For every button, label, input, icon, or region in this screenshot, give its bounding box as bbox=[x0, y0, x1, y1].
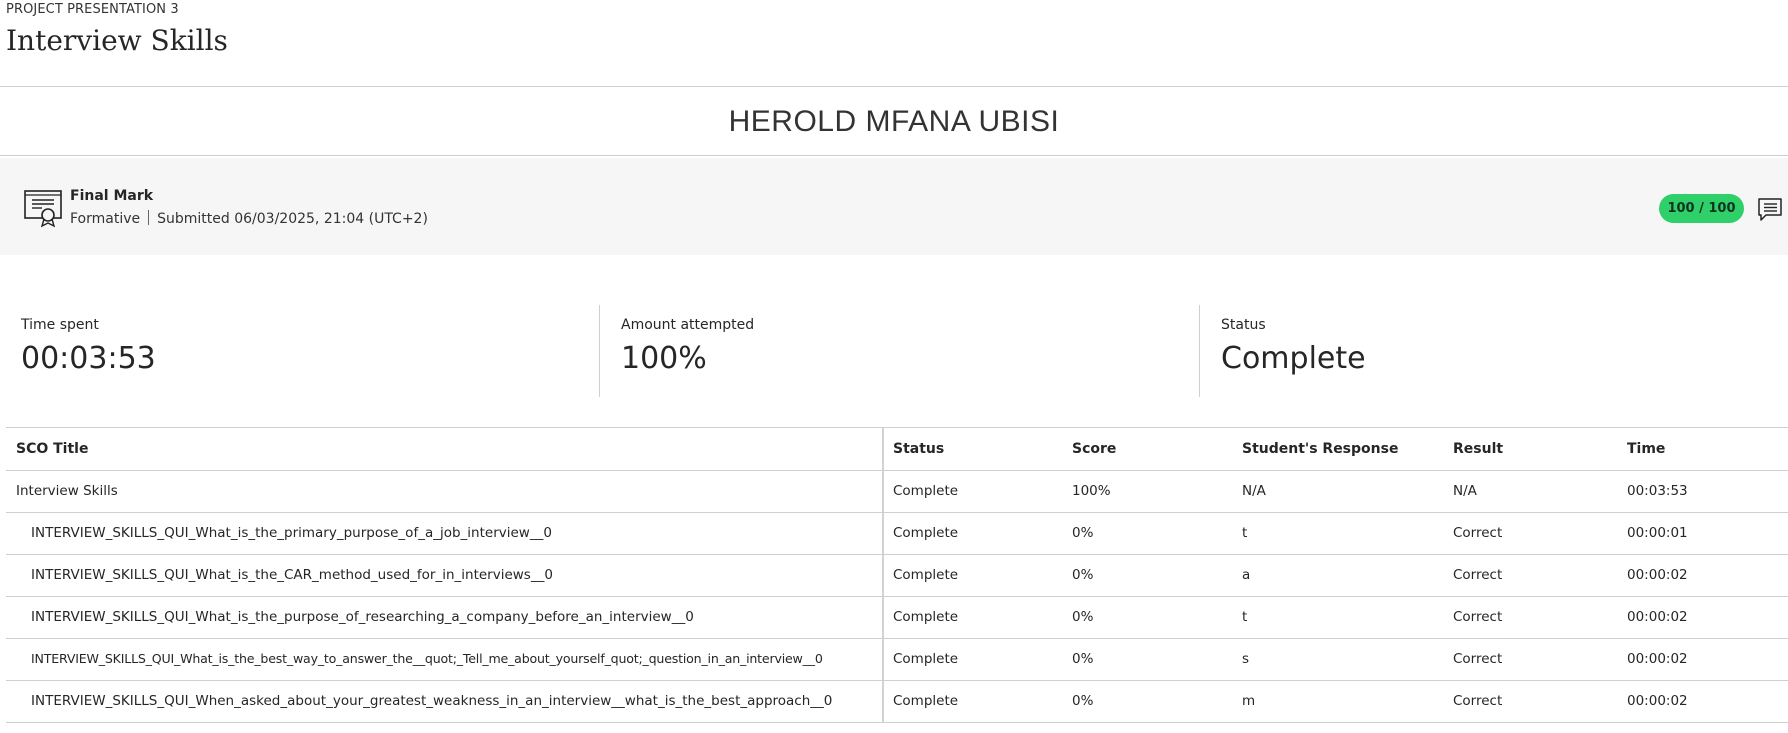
page-title: Interview Skills bbox=[6, 24, 228, 57]
page-header: PROJECT PRESENTATION 3 Interview Skills bbox=[0, 0, 1788, 87]
row-response: s bbox=[1242, 651, 1250, 667]
row-status: Complete bbox=[893, 609, 959, 625]
row-time: 00:00:01 bbox=[1627, 525, 1688, 541]
row-result: Correct bbox=[1453, 567, 1503, 583]
final-mark-meta: Formative Submitted 06/03/2025, 21:04 (UT… bbox=[70, 210, 428, 227]
header-status: Status bbox=[893, 441, 945, 457]
row-status: Complete bbox=[893, 651, 959, 667]
row-sco-title: Interview Skills bbox=[16, 483, 118, 499]
row-time: 00:00:02 bbox=[1627, 651, 1688, 667]
row-score: 0% bbox=[1072, 693, 1094, 709]
row-response: N/A bbox=[1242, 483, 1266, 499]
stat-time-spent: Time spent 00:03:53 bbox=[21, 305, 581, 397]
row-response: t bbox=[1242, 525, 1248, 541]
comment-icon[interactable] bbox=[1757, 196, 1783, 222]
table-header-row: SCO Title Status Score Student's Respons… bbox=[6, 428, 1788, 471]
score-badge: 100 / 100 bbox=[1659, 194, 1744, 223]
table-row: INTERVIEW_SKILLS_QUI_What_is_the_purpose… bbox=[6, 596, 1788, 639]
final-mark-title: Final Mark bbox=[70, 188, 154, 204]
row-sco-title: INTERVIEW_SKILLS_QUI_What_is_the_primary… bbox=[31, 525, 552, 541]
row-status: Complete bbox=[893, 567, 959, 583]
table-row: INTERVIEW_SKILLS_QUI_What_is_the_primary… bbox=[6, 512, 1788, 555]
row-result: Correct bbox=[1453, 609, 1503, 625]
stat-label: Status bbox=[1221, 317, 1266, 333]
row-score: 0% bbox=[1072, 609, 1094, 625]
row-status: Complete bbox=[893, 525, 959, 541]
assessment-type: Formative bbox=[70, 211, 141, 227]
final-mark-panel: Final Mark Formative Submitted 06/03/2025… bbox=[0, 158, 1788, 255]
summary-stats: Time spent 00:03:53 Amount attempted 100… bbox=[0, 305, 1788, 397]
row-score: 0% bbox=[1072, 567, 1094, 583]
stat-divider bbox=[599, 305, 600, 397]
course-label: PROJECT PRESENTATION 3 bbox=[6, 2, 179, 17]
row-result: Correct bbox=[1453, 651, 1503, 667]
stat-amount-attempted: Amount attempted 100% bbox=[621, 305, 1181, 397]
header-response: Student's Response bbox=[1242, 441, 1399, 457]
header-sco-title: SCO Title bbox=[16, 441, 89, 457]
header-time: Time bbox=[1627, 441, 1666, 457]
stat-status: Status Complete bbox=[1221, 305, 1781, 397]
header-result: Result bbox=[1453, 441, 1504, 457]
row-sco-title: INTERVIEW_SKILLS_QUI_What_is_the_purpose… bbox=[31, 609, 694, 625]
row-response: t bbox=[1242, 609, 1248, 625]
student-name: HEROLD MFANA UBISI bbox=[728, 105, 1060, 138]
stat-label: Amount attempted bbox=[621, 317, 755, 333]
table-row: Interview Skills Complete 100% N/A N/A 0… bbox=[6, 470, 1788, 513]
row-time: 00:00:02 bbox=[1627, 609, 1688, 625]
row-sco-title: INTERVIEW_SKILLS_QUI_What_is_the_CAR_met… bbox=[31, 567, 553, 583]
meta-divider bbox=[148, 210, 150, 225]
row-status: Complete bbox=[893, 483, 959, 499]
certificate-icon bbox=[24, 190, 62, 228]
row-time: 00:00:02 bbox=[1627, 567, 1688, 583]
row-result: Correct bbox=[1453, 693, 1503, 709]
stat-label: Time spent bbox=[21, 317, 99, 333]
submitted-date: Submitted 06/03/2025, 21:04 (UTC+2) bbox=[157, 211, 428, 227]
sco-table: SCO Title Status Score Student's Respons… bbox=[6, 427, 1788, 733]
stat-value: 100% bbox=[621, 341, 707, 376]
header-score: Score bbox=[1072, 441, 1117, 457]
stat-divider bbox=[1199, 305, 1200, 397]
row-status: Complete bbox=[893, 693, 959, 709]
row-time: 00:03:53 bbox=[1627, 483, 1688, 499]
row-score: 0% bbox=[1072, 651, 1094, 667]
table-row: INTERVIEW_SKILLS_QUI_What_is_the_best_wa… bbox=[6, 638, 1788, 681]
student-bar: HEROLD MFANA UBISI bbox=[0, 87, 1788, 156]
row-sco-title: INTERVIEW_SKILLS_QUI_What_is_the_best_wa… bbox=[31, 651, 823, 666]
stat-value: 00:03:53 bbox=[21, 341, 156, 376]
row-sco-title: INTERVIEW_SKILLS_QUI_When_asked_about_yo… bbox=[31, 693, 833, 709]
table-row: INTERVIEW_SKILLS_QUI_What_is_the_CAR_met… bbox=[6, 554, 1788, 597]
row-score: 0% bbox=[1072, 525, 1094, 541]
row-time: 00:00:02 bbox=[1627, 693, 1688, 709]
row-score: 100% bbox=[1072, 483, 1111, 499]
row-response: m bbox=[1242, 693, 1256, 709]
table-row: INTERVIEW_SKILLS_QUI_When_asked_about_yo… bbox=[6, 680, 1788, 723]
row-response: a bbox=[1242, 567, 1251, 583]
row-result: Correct bbox=[1453, 525, 1503, 541]
row-result: N/A bbox=[1453, 483, 1477, 499]
stat-value: Complete bbox=[1221, 341, 1366, 376]
